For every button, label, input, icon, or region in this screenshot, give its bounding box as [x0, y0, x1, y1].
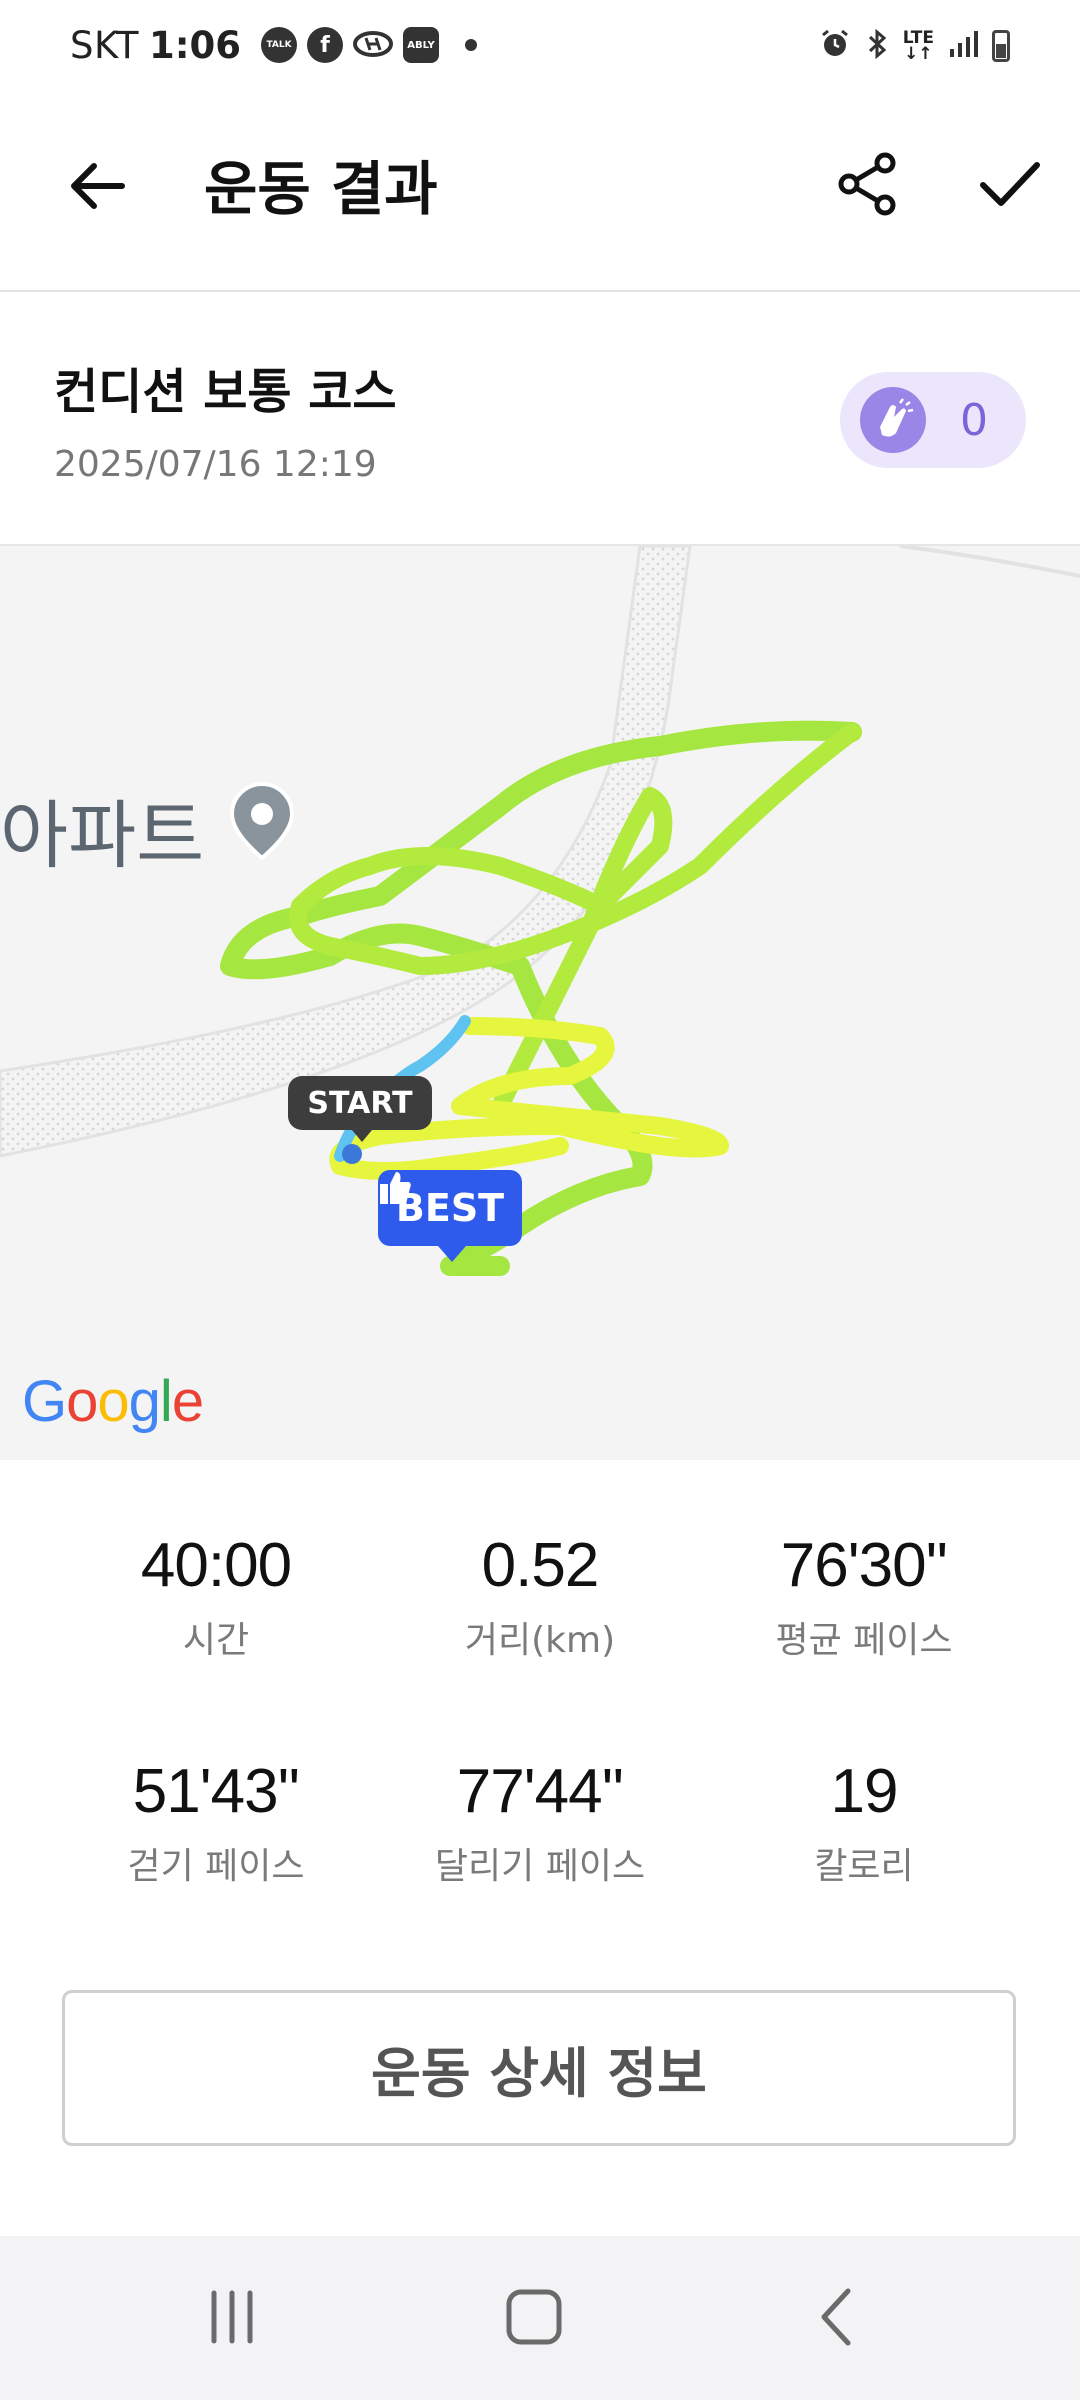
- arrow-left-icon: [71, 163, 125, 209]
- check-icon: [980, 162, 1040, 206]
- alarm-icon: [819, 28, 851, 65]
- stat-value: 0.52: [481, 1531, 600, 1600]
- hyundai-icon: [353, 24, 394, 67]
- status-bar-right: LTE ↓↑: [819, 26, 1010, 66]
- best-label: BEST: [395, 1186, 505, 1230]
- recent-apps-button[interactable]: [182, 2272, 282, 2362]
- clapping-hands-icon: [860, 387, 926, 453]
- workout-detail-button[interactable]: 운동 상세 정보: [62, 1990, 1016, 2146]
- stat-label: 칼로리: [814, 1846, 914, 1887]
- stat-time: 40:00 시간: [36, 1530, 396, 1663]
- route-map[interactable]: 아파트 START BEST Google: [0, 546, 1080, 1460]
- back-icon: [821, 2288, 851, 2346]
- course-header: 컨디션 보통 코스 2025/07/16 12:19 0: [0, 292, 1080, 546]
- map-road-thin: [899, 546, 1080, 578]
- battery-icon: [992, 30, 1010, 62]
- place-label: 아파트: [0, 793, 205, 879]
- ably-icon: ABLY: [403, 27, 440, 63]
- stat-value: 19: [830, 1757, 899, 1826]
- map-canvas: [0, 546, 1080, 1276]
- stat-label: 시간: [182, 1620, 250, 1661]
- back-button[interactable]: [58, 146, 138, 226]
- more-notifications-dot: [465, 39, 478, 51]
- stat-label: 달리기 페이스: [434, 1846, 646, 1887]
- status-bar-left: SKT 1:06 TALK f ABLY: [70, 20, 478, 70]
- share-button[interactable]: [828, 144, 908, 224]
- stat-running-pace: 77'44'' 달리기 페이스: [360, 1756, 720, 1889]
- stat-label: 평균 페이스: [775, 1620, 953, 1661]
- app-bar: 운동 결과: [0, 92, 1080, 292]
- confirm-button[interactable]: [970, 144, 1050, 224]
- facebook-icon: f: [307, 27, 344, 63]
- carrier-label: SKT: [70, 23, 139, 67]
- stat-value: 51'43'': [132, 1757, 300, 1826]
- status-bar: SKT 1:06 TALK f ABLY LTE ↓↑: [0, 0, 1080, 92]
- stat-value: 40:00: [140, 1531, 292, 1600]
- stat-value: 77'44'': [456, 1757, 624, 1826]
- system-nav-bar: [0, 2236, 1080, 2400]
- stat-label: 걷기 페이스: [127, 1846, 305, 1887]
- system-back-button[interactable]: [788, 2272, 888, 2362]
- thumbs-up-icon: [380, 1172, 411, 1204]
- stat-calories: 19 칼로리: [684, 1756, 1044, 1889]
- recent-apps-icon: [211, 2290, 253, 2344]
- clock: 1:06: [148, 23, 242, 67]
- share-icon: [838, 152, 896, 216]
- talk-icon: TALK: [261, 27, 298, 63]
- home-icon: [506, 2289, 562, 2345]
- cheer-button[interactable]: 0: [840, 372, 1026, 468]
- start-marker: START: [288, 1076, 432, 1142]
- location-pin-icon[interactable]: [222, 782, 302, 862]
- workout-datetime: 2025/07/16 12:19: [54, 444, 377, 485]
- lte-indicator: LTE ↓↑: [902, 28, 934, 64]
- stat-average-pace: 76'30'' 평균 페이스: [684, 1530, 1044, 1663]
- stat-distance: 0.52 거리(km): [360, 1530, 720, 1663]
- home-button[interactable]: [484, 2272, 584, 2362]
- cheer-count: 0: [960, 394, 988, 446]
- best-marker[interactable]: BEST: [378, 1170, 522, 1262]
- stat-label: 거리(km): [464, 1620, 616, 1661]
- signal-icon: [948, 29, 978, 64]
- bluetooth-icon: [865, 28, 889, 65]
- course-name: 컨디션 보통 코스: [54, 364, 397, 420]
- start-point: [342, 1144, 362, 1164]
- google-attribution: Google: [22, 1369, 204, 1434]
- stat-value: 76'30'': [780, 1531, 948, 1600]
- stat-walking-pace: 51'43'' 걷기 페이스: [36, 1756, 396, 1889]
- page-title: 운동 결과: [204, 155, 438, 223]
